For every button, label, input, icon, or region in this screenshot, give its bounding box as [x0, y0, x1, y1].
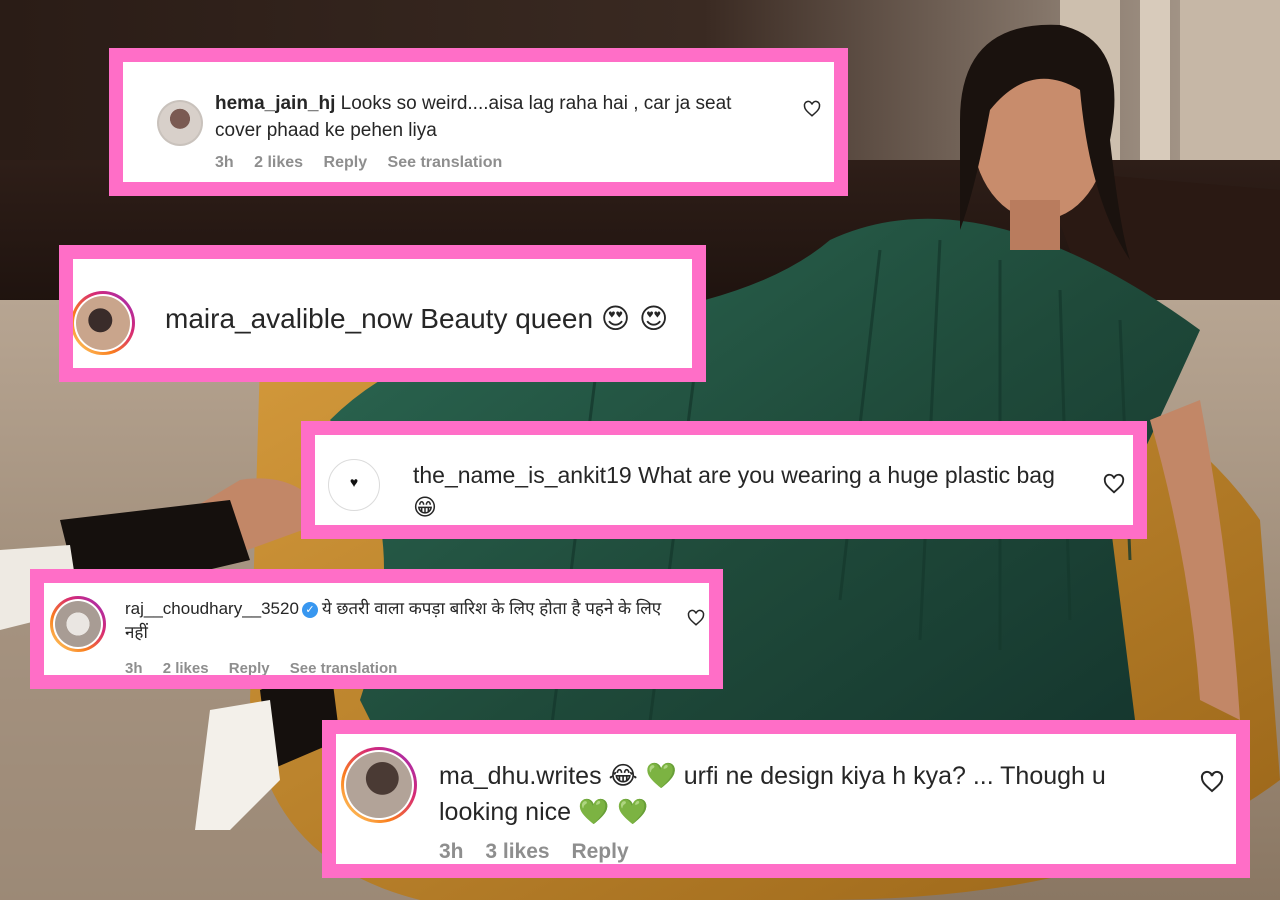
avatar[interactable]: ♥ [328, 459, 380, 511]
emoji: 😁 [413, 495, 437, 521]
heart-outline-icon[interactable] [1200, 770, 1224, 794]
comment-likes[interactable]: 3 likes [485, 840, 549, 863]
reply-button[interactable]: Reply [324, 154, 368, 171]
comment-text: raj__choudhary__3520 ✓ ये छतरी वाला कपड़ा … [125, 597, 685, 645]
avatar[interactable] [73, 291, 135, 355]
comment-card-3: ♥ the_name_is_ankit19 What are you weari… [301, 421, 1147, 539]
comment-card-1: hema_jain_hj Looks so weird....aisa lag … [109, 48, 848, 196]
comment-time: 3h [215, 154, 234, 171]
comment-username[interactable]: the_name_is_ankit19 [413, 462, 632, 488]
comment-text: hema_jain_hj Looks so weird....aisa lag … [215, 90, 775, 144]
see-translation-link[interactable]: See translation [290, 660, 398, 675]
avatar[interactable] [341, 747, 417, 823]
comment-likes[interactable]: 2 likes [254, 154, 303, 171]
reply-button[interactable]: Reply [229, 660, 270, 675]
heart-icon: ♥ [349, 474, 359, 490]
comment-body: What are you wearing a huge plastic bag [638, 462, 1055, 488]
comment-time: 3h [439, 840, 464, 863]
comment-body: Beauty queen [420, 303, 594, 334]
comment-card-4: raj__choudhary__3520 ✓ ये छतरी वाला कपड़ा … [30, 569, 723, 689]
comment-card-2: maira_avalible_now Beauty queen 😍 😍 [59, 245, 706, 382]
comment-username[interactable]: ma_dhu.writes [439, 762, 602, 790]
verified-badge-icon: ✓ [301, 602, 318, 618]
comment-text: ma_dhu.writes 😂 💚 urfi ne design kiya h … [439, 758, 1159, 830]
heart-outline-icon[interactable] [803, 100, 821, 118]
comment-meta: 3h 2 likes Reply See translation [125, 660, 413, 677]
emoji: 💚 💚 [577, 797, 649, 826]
emoji: 😍 😍 [600, 302, 669, 335]
comment-meta: 3h 3 likes Reply [439, 840, 645, 864]
comment-meta: 3h 2 likes Reply See translation [215, 154, 518, 172]
heart-outline-icon[interactable] [1103, 473, 1125, 495]
heart-outline-icon[interactable] [687, 609, 705, 627]
comment-username[interactable]: raj__choudhary__3520 [125, 599, 299, 618]
comment-time: 3h [125, 660, 143, 677]
avatar[interactable] [157, 100, 203, 146]
see-translation-link[interactable]: See translation [388, 154, 503, 171]
reply-button[interactable]: Reply [571, 840, 628, 863]
comment-likes[interactable]: 2 likes [163, 660, 209, 675]
avatar[interactable] [50, 596, 106, 652]
comment-username[interactable]: maira_avalible_now [165, 303, 412, 334]
comment-username[interactable]: hema_jain_hj [215, 93, 335, 114]
comment-card-5: ma_dhu.writes 😂 💚 urfi ne design kiya h … [322, 720, 1250, 878]
emoji: 😂 💚 [608, 761, 677, 790]
comment-text: the_name_is_ankit19 What are you wearing… [413, 459, 1083, 524]
comment-text: maira_avalible_now Beauty queen 😍 😍 [165, 301, 668, 337]
